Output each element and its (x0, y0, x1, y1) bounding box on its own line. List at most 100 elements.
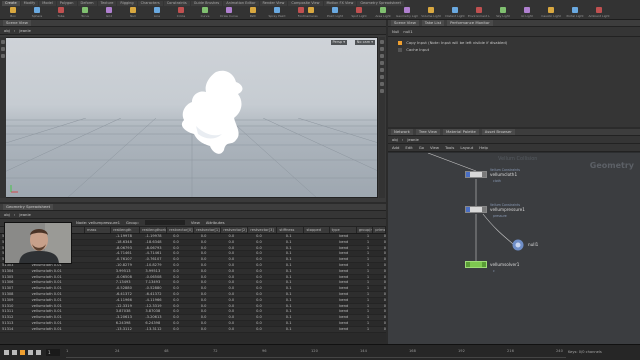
shelf-tool-button[interactable]: Sphere (26, 7, 48, 19)
shelf-tool-button[interactable]: Cameras (300, 7, 322, 19)
cloth-creature-object[interactable] (176, 68, 248, 158)
shelf-tool-button[interactable]: Point Light (324, 7, 346, 19)
view-dropdown[interactable]: View (191, 220, 200, 225)
group-input[interactable] (144, 220, 185, 225)
shelf-tab[interactable]: Geometry Spreadsheet (357, 1, 404, 6)
shelf-tool-button[interactable]: Sky Light (492, 7, 514, 19)
display-option-icon[interactable] (380, 54, 384, 58)
shelf-tool-button[interactable]: Line (146, 7, 168, 19)
network-menu-item[interactable]: Help (479, 145, 488, 150)
column-header[interactable]: type (330, 227, 357, 233)
column-header[interactable]: restvector[0] (167, 227, 195, 233)
shelf-tool-button[interactable]: Spot Light (348, 7, 370, 19)
shelf-tab[interactable]: Deform (77, 1, 97, 6)
display-option-icon[interactable] (380, 82, 384, 86)
node-vellumpressure1[interactable] (465, 206, 487, 213)
path-node[interactable]: jeanie (407, 137, 419, 142)
frame-field[interactable]: 1 (46, 349, 60, 356)
network-canvas[interactable]: Geometry Vellum Collision Vellum Constra… (388, 153, 640, 348)
shelf-tool-button[interactable]: Grid (98, 7, 120, 19)
shelf-tool-button[interactable]: Geometry Light (396, 7, 418, 19)
3d-viewport[interactable]: Persp ▾ No cam ▾ (5, 37, 378, 198)
shelf-tab[interactable]: Motion FX View (323, 1, 357, 6)
network-menu-item[interactable]: Tools (445, 145, 454, 150)
cache-input-checkbox[interactable] (398, 48, 402, 52)
shelf-tool-button[interactable]: Environment Light (468, 7, 490, 19)
column-header[interactable]: group(name) (357, 227, 374, 233)
path-node[interactable]: jeanie (19, 212, 31, 217)
shelf-tool-button[interactable]: Null (122, 7, 144, 19)
display-option-icon[interactable] (380, 75, 384, 79)
column-header[interactable]: mass (85, 227, 112, 233)
column-header[interactable]: restvector[2] (221, 227, 249, 233)
path-root[interactable]: obj (4, 28, 10, 33)
shelf-tool-button[interactable]: Caustic Light (540, 7, 562, 19)
shelf-tab[interactable]: Animation Editor (223, 1, 259, 6)
display-option-icon[interactable] (380, 68, 384, 72)
shelf-tool-button[interactable]: Spray Paint (266, 7, 288, 19)
shelf-tool-button[interactable]: Portal Light (564, 7, 586, 19)
network-tab[interactable]: Material Palette (443, 129, 479, 135)
path-root[interactable]: obj (4, 212, 10, 217)
network-menu-item[interactable]: View (430, 145, 439, 150)
step-forward-button[interactable] (28, 350, 33, 355)
attributes-dropdown[interactable]: Attributes (206, 220, 225, 225)
network-menu-item[interactable]: Add (392, 145, 399, 150)
column-header[interactable]: stopped (304, 227, 330, 233)
network-menu-item[interactable]: Edit (405, 145, 412, 150)
network-tab[interactable]: Tree View (415, 129, 440, 135)
shelf-tab[interactable]: Composite View (288, 1, 323, 6)
shelf-tool-button[interactable]: Area Light (372, 7, 394, 19)
column-header[interactable]: prims (373, 227, 386, 233)
persp-dropdown[interactable]: Persp ▾ (330, 40, 347, 45)
shelf-tab[interactable]: Guide Brushes (190, 1, 223, 6)
column-header[interactable]: stiffness (277, 227, 305, 233)
network-tab[interactable]: Asset Browser (481, 129, 515, 135)
path-root[interactable]: obj (392, 137, 398, 142)
shelf-tab[interactable]: Render View (259, 1, 288, 6)
shelf-tool-button[interactable]: Volume Light (420, 7, 442, 19)
copy-input-checkbox[interactable] (398, 41, 402, 45)
shelf-tool-button[interactable]: Circle (170, 7, 192, 19)
node-name-field[interactable]: null1 (403, 29, 412, 34)
column-header[interactable]: restvector[1] (194, 227, 222, 233)
network-tab[interactable]: Network (391, 129, 413, 135)
display-option-icon[interactable] (380, 61, 384, 65)
play-button[interactable] (20, 350, 25, 355)
node-vellumcloth1[interactable] (465, 171, 487, 178)
shelf-tool-button[interactable]: Torus (74, 7, 96, 19)
shelf-tab[interactable]: Create (2, 1, 20, 6)
display-option-icon[interactable] (380, 47, 384, 51)
timeline-ruler[interactable]: 1 24 48 72 96 120 144 168 192 216 240 (66, 348, 566, 358)
tab-geometry-spreadsheet[interactable]: Geometry Spreadsheet (3, 204, 54, 210)
display-option-icon[interactable] (380, 89, 384, 93)
network-menu-item[interactable]: Go (419, 145, 424, 150)
jump-end-button[interactable] (36, 350, 41, 355)
shelf-tool-button[interactable]: Curve (194, 7, 216, 19)
camera-dropdown[interactable]: No cam ▾ (354, 40, 375, 45)
shelf-tool-button[interactable]: Draw Curve (218, 7, 240, 19)
param-tab[interactable]: Take List (421, 20, 445, 26)
shelf-tool-button[interactable]: Path (242, 7, 264, 19)
jump-start-button[interactable] (4, 350, 9, 355)
param-tab[interactable]: Performance Monitor (447, 20, 493, 26)
shelf-tool-button[interactable]: Ambient Light (588, 7, 610, 19)
shelf-tab[interactable]: Texture (97, 1, 117, 6)
column-header[interactable]: restvector[3] (248, 227, 278, 233)
node-null1[interactable] (512, 239, 524, 251)
shelf-tool-button[interactable]: Distant Light (444, 7, 466, 19)
shelf-tab[interactable]: Modify (20, 1, 39, 6)
step-back-button[interactable] (12, 350, 17, 355)
shelf-tab[interactable]: Rigging (117, 1, 137, 6)
column-header[interactable]: restlengthorig (140, 227, 168, 233)
column-header[interactable]: restlength (111, 227, 141, 233)
path-node[interactable]: jeanie (19, 28, 31, 33)
shelf-tab[interactable]: Polygon (56, 1, 77, 6)
tab-scene-view[interactable]: Scene View (3, 20, 31, 26)
shelf-tool-button[interactable]: Box (2, 7, 24, 19)
shelf-tab[interactable]: Characters (137, 1, 163, 6)
node-vellumsolver1[interactable] (465, 261, 487, 268)
shelf-tab[interactable]: Constraints (163, 1, 190, 6)
network-menu-item[interactable]: Layout (460, 145, 473, 150)
shelf-tool-button[interactable]: GI Light (516, 7, 538, 19)
